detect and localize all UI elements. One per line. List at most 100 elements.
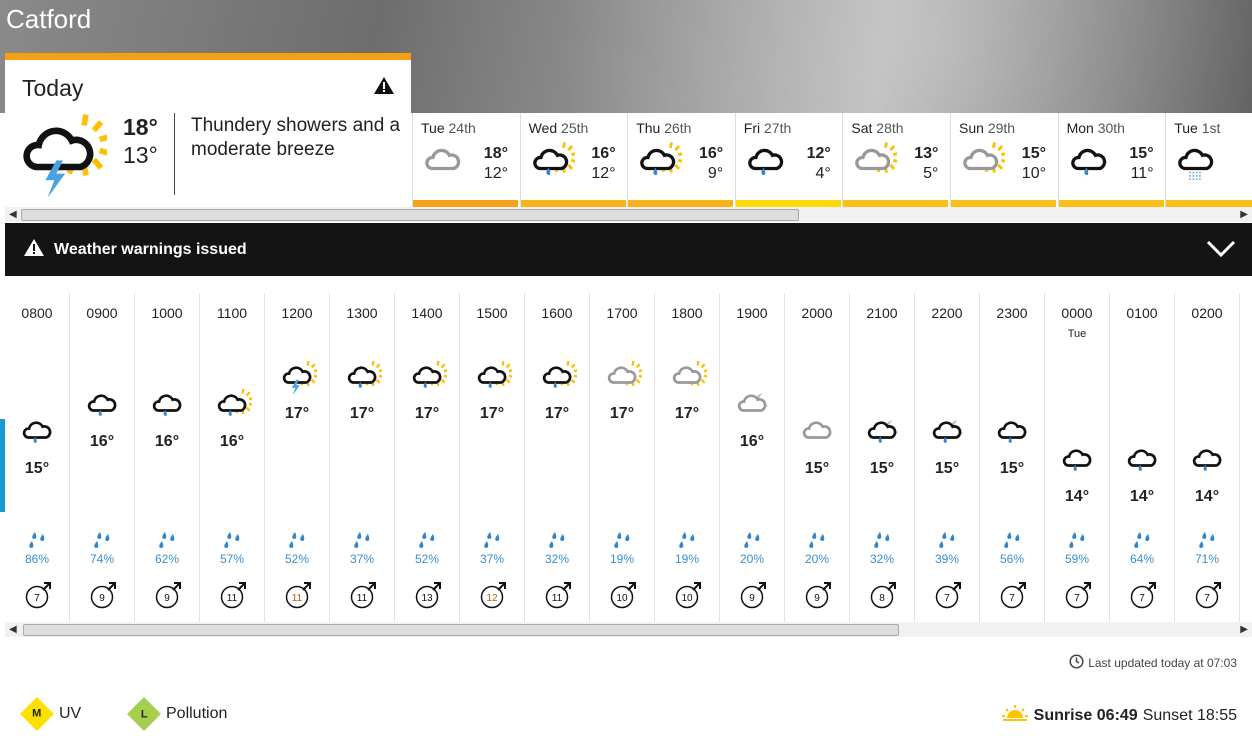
today-card[interactable]: Today 18° 13° Thundery showers and a mod… xyxy=(5,53,411,207)
wind-direction-icon: 10 xyxy=(609,581,637,614)
wind-speed: 8 xyxy=(879,593,885,604)
daily-forecast-card[interactable]: Sun 29th 15° 10° xyxy=(950,113,1056,207)
hourly-column[interactable]: 1800 17° 19% 10 xyxy=(655,293,720,622)
wind-speed: 7 xyxy=(1139,593,1145,604)
pollution-badge[interactable]: L Pollution xyxy=(127,697,227,731)
hour-temperature: 15° xyxy=(869,460,895,477)
hourly-scrollbar[interactable]: ◀ ▶ xyxy=(5,622,1252,637)
rain-chance: 52% xyxy=(414,552,440,566)
hourly-column[interactable]: 0800 15° 86% 7 xyxy=(5,293,70,622)
daily-scrollbar[interactable]: ◀ ▶ xyxy=(5,207,1252,222)
hour-time: 1000 xyxy=(151,305,183,321)
light-rain-shower-day-icon xyxy=(541,360,579,401)
hourly-column[interactable]: 2100 15° 32% 8 xyxy=(850,293,915,622)
hourly-column[interactable]: 2000 15° 20% 9 xyxy=(785,293,850,622)
chevron-down-icon[interactable] xyxy=(1206,239,1236,264)
scroll-left-icon[interactable]: ◀ xyxy=(9,207,17,222)
daily-forecast-card[interactable]: Thu 26th 16° 9° xyxy=(627,113,734,207)
last-updated-text: Last updated today at 07:03 xyxy=(1088,656,1237,670)
day-name: Tue 24th xyxy=(421,120,476,136)
wind-direction-icon: 7 xyxy=(934,581,962,614)
rain-drops-icon xyxy=(222,531,242,554)
day-low: 4° xyxy=(815,165,831,182)
hourly-column[interactable]: 1600 17° 32% 11 xyxy=(525,293,590,622)
warnings-label: Weather warnings issued xyxy=(54,241,247,258)
wind-direction-icon: 7 xyxy=(999,581,1027,614)
uv-color-bar xyxy=(520,200,626,207)
hour-time: 2200 xyxy=(931,305,963,321)
daily-forecast-card[interactable]: Wed 25th 16° 12° xyxy=(519,113,626,207)
hourly-column[interactable]: 0200 14° 71% 7 xyxy=(1175,293,1240,622)
hour-time: 0200 xyxy=(1191,305,1223,321)
hourly-column[interactable]: 2300 15° 56% 7 xyxy=(980,293,1045,622)
warning-icon[interactable] xyxy=(373,76,395,100)
daily-forecast-card[interactable]: Sat 28th 13° 5° xyxy=(842,113,949,207)
scrollbar-thumb[interactable] xyxy=(21,209,799,221)
rain-drops-icon xyxy=(937,531,957,554)
day-name: Wed 25th xyxy=(528,120,589,136)
today-high: 18° xyxy=(123,114,158,140)
day-name: Fri 27th xyxy=(743,120,792,136)
sunny-intervals-icon xyxy=(961,141,1007,190)
weather-warnings-bar[interactable]: Weather warnings issued xyxy=(5,223,1252,276)
today-description: Thundery showers and a moderate breeze xyxy=(191,115,401,160)
rain-drops-icon xyxy=(1197,531,1217,554)
rain-chance: 74% xyxy=(89,552,115,566)
rain-chance: 52% xyxy=(284,552,310,566)
scroll-right-icon[interactable]: ▶ xyxy=(1240,622,1248,637)
scroll-right-icon[interactable]: ▶ xyxy=(1240,207,1248,222)
day-low: 9° xyxy=(707,165,724,182)
wind-direction-icon: 7 xyxy=(24,581,52,614)
rain-chance: 71% xyxy=(1194,552,1220,566)
daily-forecast-card[interactable]: Fri 27th 12° 4° xyxy=(734,113,841,207)
uv-color-bar xyxy=(1058,200,1164,207)
hourly-column[interactable]: 1500 17° 37% 12 xyxy=(460,293,525,622)
hourly-column[interactable]: 2200 15° 39% 7 xyxy=(915,293,980,622)
hourly-column[interactable]: 1700 17° 19% 10 xyxy=(590,293,655,622)
hourly-column[interactable]: 1300 17° 37% 11 xyxy=(330,293,395,622)
hour-temperature: 14° xyxy=(1064,487,1090,505)
hour-time: 1100 xyxy=(216,305,248,321)
scrollbar-thumb[interactable] xyxy=(23,624,899,636)
rain-chance: 39% xyxy=(934,552,960,566)
light-rain-icon xyxy=(21,415,57,456)
wind-direction-icon: 11 xyxy=(219,581,247,614)
hourly-column[interactable]: 1000 16° 62% 9 xyxy=(135,293,200,622)
hourly-column[interactable]: 1100 16° 57% 11 xyxy=(200,293,265,622)
wind-direction-icon: 10 xyxy=(674,581,702,614)
rain-drops-icon xyxy=(287,531,307,554)
hour-temperature: 16° xyxy=(154,432,180,450)
hourly-column[interactable]: 1900 16° 20% 9 xyxy=(720,293,785,622)
rain-drops-icon xyxy=(677,531,697,554)
scroll-left-icon[interactable]: ◀ xyxy=(9,622,17,637)
hourly-column[interactable]: 1200 17° 52% 11 xyxy=(265,293,330,622)
hourly-column[interactable]: 0100 14° 64% 7 xyxy=(1110,293,1175,622)
day-name: Sat 28th xyxy=(851,120,904,136)
rain-chance: 19% xyxy=(609,552,635,566)
rain-chance: 57% xyxy=(219,552,245,566)
rain-drops-icon xyxy=(1132,531,1152,554)
wind-direction-icon: 12 xyxy=(479,581,507,614)
wind-speed: 9 xyxy=(164,593,170,604)
daily-forecast-card[interactable]: Tue 24th 18° 12° xyxy=(412,113,518,207)
day-name: Thu 26th xyxy=(636,120,692,136)
hour-temperature: 17° xyxy=(284,405,310,422)
rain-chance: 37% xyxy=(349,552,375,566)
wind-speed: 12 xyxy=(486,593,498,604)
wind-direction-icon: 8 xyxy=(869,581,897,614)
daily-forecast-card[interactable]: Tue 1st 1 xyxy=(1165,113,1252,207)
rain-drops-icon xyxy=(612,531,632,554)
hourly-column[interactable]: 0000 Tue 14° 59% 7 xyxy=(1045,293,1110,622)
rain-drops-icon xyxy=(157,531,177,554)
daily-forecast-card[interactable]: Mon 30th 15° 11° xyxy=(1057,113,1164,207)
hourly-column[interactable]: 1400 17° 52% 13 xyxy=(395,293,460,622)
hour-time: 1800 xyxy=(671,305,703,321)
pollution-level: L xyxy=(140,707,148,720)
rain-drops-icon xyxy=(92,531,112,554)
day-high: 15° xyxy=(1129,145,1154,162)
hourly-column[interactable]: 0900 16° 74% 9 xyxy=(70,293,135,622)
uv-color-bar xyxy=(413,200,518,207)
light-rain-icon xyxy=(996,415,1032,456)
uv-level: M xyxy=(32,707,42,720)
uv-badge[interactable]: M UV xyxy=(20,697,81,731)
